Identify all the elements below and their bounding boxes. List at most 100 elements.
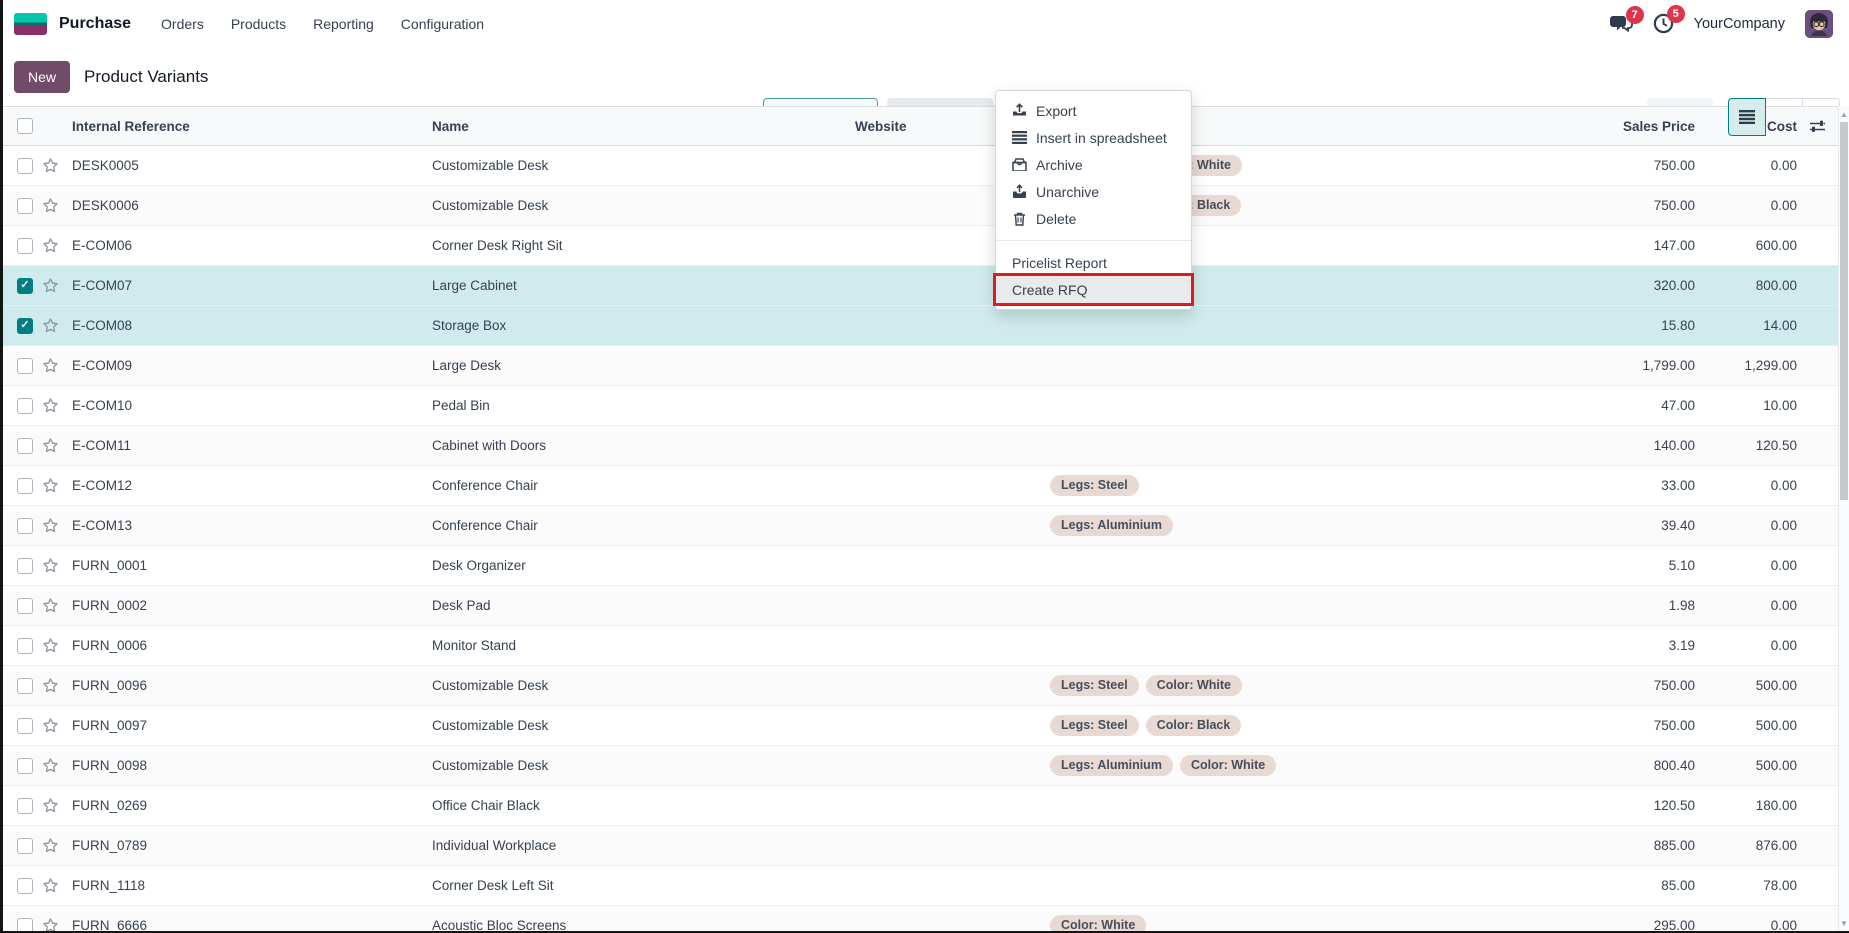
- column-header-name[interactable]: Name: [432, 119, 855, 134]
- table-row[interactable]: FURN_0001 Desk Organizer 5.10 0.00: [0, 546, 1838, 586]
- favorite-star-icon[interactable]: [42, 237, 59, 254]
- row-checkbox[interactable]: [17, 677, 33, 694]
- table-row[interactable]: E-COM13 Conference Chair Legs: Aluminium…: [0, 506, 1838, 546]
- table-row[interactable]: E-COM11 Cabinet with Doors 140.00 120.50: [0, 426, 1838, 466]
- row-checkbox[interactable]: [17, 757, 33, 774]
- table-row[interactable]: FURN_0269 Office Chair Black 120.50 180.…: [0, 786, 1838, 826]
- cost-cell: 500.00: [1755, 678, 1797, 693]
- row-checkbox[interactable]: [17, 837, 33, 854]
- odoo-app-logo[interactable]: [14, 12, 47, 35]
- dropdown-item-delete[interactable]: Delete: [996, 205, 1191, 232]
- cost-cell: 0.00: [1770, 558, 1797, 573]
- favorite-star-icon[interactable]: [42, 317, 59, 334]
- row-checkbox[interactable]: [17, 357, 33, 374]
- scroll-up-icon[interactable]: ▲: [1839, 108, 1849, 120]
- internal-reference-cell: FURN_1118: [72, 878, 146, 893]
- favorite-star-icon[interactable]: [42, 437, 59, 454]
- nav-menu-products[interactable]: Products: [231, 16, 286, 32]
- favorite-star-icon[interactable]: [42, 637, 59, 654]
- favorite-star-icon[interactable]: [42, 477, 59, 494]
- name-cell: Customizable Desk: [432, 758, 549, 773]
- table-row[interactable]: E-COM09 Large Desk 1,799.00 1,299.00: [0, 346, 1838, 386]
- table-row[interactable]: E-COM07 Large Cabinet 320.00 800.00: [0, 266, 1838, 306]
- row-checkbox[interactable]: [17, 477, 33, 494]
- optional-columns-button[interactable]: [1797, 120, 1838, 133]
- favorite-star-icon[interactable]: [42, 597, 59, 614]
- row-checkbox[interactable]: [17, 517, 33, 534]
- company-name[interactable]: YourCompany: [1694, 16, 1785, 32]
- scroll-down-icon[interactable]: ▼: [1839, 917, 1849, 929]
- favorite-star-icon[interactable]: [42, 197, 59, 214]
- variant-tag: Legs: Steel: [1050, 475, 1139, 496]
- select-all-checkbox[interactable]: [17, 118, 33, 134]
- nav-menu-configuration[interactable]: Configuration: [401, 16, 484, 32]
- dropdown-item-create-rfq[interactable]: Create RFQ: [993, 273, 1194, 306]
- row-checkbox[interactable]: [17, 637, 33, 654]
- trash-icon: [1012, 211, 1027, 226]
- dropdown-item-unarchive[interactable]: Unarchive: [996, 178, 1191, 205]
- nav-menu-orders[interactable]: Orders: [161, 16, 204, 32]
- sales-price-cell: 3.19: [1668, 638, 1695, 653]
- row-checkbox[interactable]: [17, 317, 33, 334]
- nav-menu-reporting[interactable]: Reporting: [313, 16, 374, 32]
- new-button[interactable]: New: [14, 60, 71, 93]
- actions-dropdown-menu: Export Insert in spreadsheet Archive Una…: [993, 90, 1194, 310]
- table-row[interactable]: FURN_0006 Monitor Stand 3.19 0.00: [0, 626, 1838, 666]
- dropdown-item-export[interactable]: Export: [996, 97, 1191, 124]
- scrollbar-thumb[interactable]: [1840, 122, 1848, 500]
- favorite-star-icon[interactable]: [42, 837, 59, 854]
- row-checkbox[interactable]: [17, 717, 33, 734]
- internal-reference-cell: E-COM13: [72, 518, 133, 533]
- row-checkbox[interactable]: [17, 877, 33, 894]
- table-row[interactable]: FURN_0002 Desk Pad 1.98 0.00: [0, 586, 1838, 626]
- row-checkbox[interactable]: [17, 157, 33, 174]
- column-header-internal-reference[interactable]: Internal Reference: [72, 119, 432, 134]
- favorite-star-icon[interactable]: [42, 717, 59, 734]
- table-row[interactable]: E-COM10 Pedal Bin 47.00 10.00: [0, 386, 1838, 426]
- internal-reference-cell: E-COM11: [72, 438, 132, 453]
- table-row[interactable]: E-COM08 Storage Box 15.80 14.00: [0, 306, 1838, 346]
- row-checkbox[interactable]: [17, 597, 33, 614]
- internal-reference-cell: FURN_0097: [72, 718, 148, 733]
- top-navbar: Purchase Orders Products Reporting Confi…: [0, 0, 1849, 47]
- table-row[interactable]: FURN_0098 Customizable Desk Legs: Alumin…: [0, 746, 1838, 786]
- favorite-star-icon[interactable]: [42, 357, 59, 374]
- row-checkbox[interactable]: [17, 277, 33, 294]
- table-row[interactable]: E-COM06 Corner Desk Right Sit 147.00 600…: [0, 226, 1838, 266]
- favorite-star-icon[interactable]: [42, 557, 59, 574]
- user-avatar[interactable]: [1805, 9, 1833, 38]
- table-row[interactable]: FURN_1118 Corner Desk Left Sit 85.00 78.…: [0, 866, 1838, 906]
- dropdown-item-insert-in-spreadsheet[interactable]: Insert in spreadsheet: [996, 124, 1191, 151]
- row-checkbox[interactable]: [17, 397, 33, 414]
- dropdown-item-pricelist-report[interactable]: Pricelist Report: [996, 249, 1191, 276]
- row-checkbox[interactable]: [17, 797, 33, 814]
- table-row[interactable]: DESK0005 Customizable Desk Legs: SteelCo…: [0, 146, 1838, 186]
- app-name[interactable]: Purchase: [59, 15, 131, 33]
- favorite-star-icon[interactable]: [42, 517, 59, 534]
- favorite-star-icon[interactable]: [42, 757, 59, 774]
- sales-price-cell: 120.50: [1653, 798, 1695, 813]
- dropdown-item-archive[interactable]: Archive: [996, 151, 1191, 178]
- row-checkbox[interactable]: [17, 557, 33, 574]
- messages-button[interactable]: 7: [1609, 5, 1644, 34]
- table-row[interactable]: FURN_0097 Customizable Desk Legs: Steel C…: [0, 706, 1838, 746]
- column-header-sales-price[interactable]: Sales Price: [1560, 119, 1695, 134]
- cost-cell: 0.00: [1770, 598, 1797, 613]
- favorite-star-icon[interactable]: [42, 877, 59, 894]
- row-checkbox[interactable]: [17, 237, 33, 254]
- table-row[interactable]: E-COM12 Conference Chair Legs: Steel 33.…: [0, 466, 1838, 506]
- activities-button[interactable]: 5: [1653, 5, 1685, 34]
- row-checkbox[interactable]: [17, 197, 33, 214]
- favorite-star-icon[interactable]: [42, 677, 59, 694]
- vertical-scrollbar[interactable]: ▲ ▼: [1838, 106, 1849, 931]
- row-checkbox[interactable]: [17, 437, 33, 454]
- favorite-star-icon[interactable]: [42, 397, 59, 414]
- favorite-star-icon[interactable]: [42, 157, 59, 174]
- table-row[interactable]: FURN_6666 Acoustic Bloc Screens Color: W…: [0, 906, 1838, 933]
- table-row[interactable]: FURN_0789 Individual Workplace 885.00 87…: [0, 826, 1838, 866]
- table-row[interactable]: FURN_0096 Customizable Desk Legs: Steel C…: [0, 666, 1838, 706]
- favorite-star-icon[interactable]: [42, 277, 59, 294]
- table-row[interactable]: DESK0006 Customizable Desk Legs: SteelCo…: [0, 186, 1838, 226]
- favorite-star-icon[interactable]: [42, 797, 59, 814]
- list-view-button[interactable]: [1728, 98, 1766, 136]
